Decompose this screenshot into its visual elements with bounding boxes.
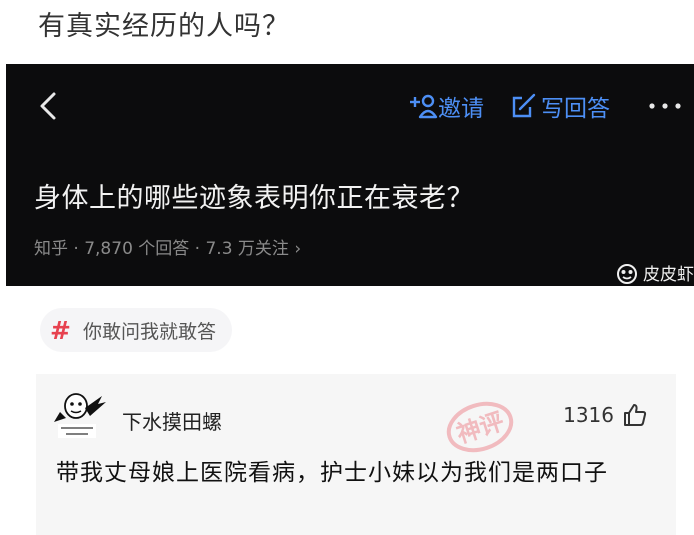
more-button[interactable]: [646, 98, 686, 114]
back-button[interactable]: [34, 86, 64, 126]
chevron-left-icon: [40, 92, 56, 120]
post-title: 有真实经历的人吗？: [38, 11, 290, 42]
add-user-icon: [410, 94, 438, 119]
comment-text: 带我丈母娘上医院看病，护士小妹以为我们是两口子: [56, 460, 608, 486]
meme-avatar-icon: [54, 393, 106, 438]
like-button[interactable]: 1316: [563, 402, 648, 428]
shrimp-logo-icon: [617, 263, 637, 284]
topic-label: 你敢问我就敢答: [82, 320, 216, 343]
edit-icon: [512, 93, 536, 118]
watermark: 皮皮虾: [615, 260, 694, 285]
invite-button[interactable]: 邀请: [408, 90, 484, 122]
write-answer-button[interactable]: 写回答: [510, 90, 610, 122]
write-answer-label: 写回答: [541, 96, 610, 122]
watermark-label: 皮皮虾: [643, 265, 694, 285]
like-count: 1316: [563, 403, 614, 427]
comment-card: 下水摸田螺 神评 1316 带我丈母娘上医院看病，护士小妹以为我们是两口子: [36, 374, 676, 535]
thumbs-up-icon: [624, 404, 647, 426]
more-dots-icon: [649, 103, 681, 109]
avatar[interactable]: [52, 390, 108, 440]
invite-label: 邀请: [438, 96, 484, 122]
question-screenshot: 邀请 写回答 身体上的哪些迹象表明你正在衰老？ 知乎 · 7,870 个回答 ·…: [6, 64, 694, 286]
hot-comment-stamp: 神评: [446, 401, 514, 453]
topic-tag[interactable]: # 你敢问我就敢答: [40, 308, 232, 352]
hashtag-icon: #: [50, 315, 71, 345]
question-meta[interactable]: 知乎 · 7,870 个回答 · 7.3 万关注 ›: [34, 234, 301, 259]
username[interactable]: 下水摸田螺: [122, 406, 222, 435]
question-title: 身体上的哪些迹象表明你正在衰老？: [34, 183, 474, 214]
